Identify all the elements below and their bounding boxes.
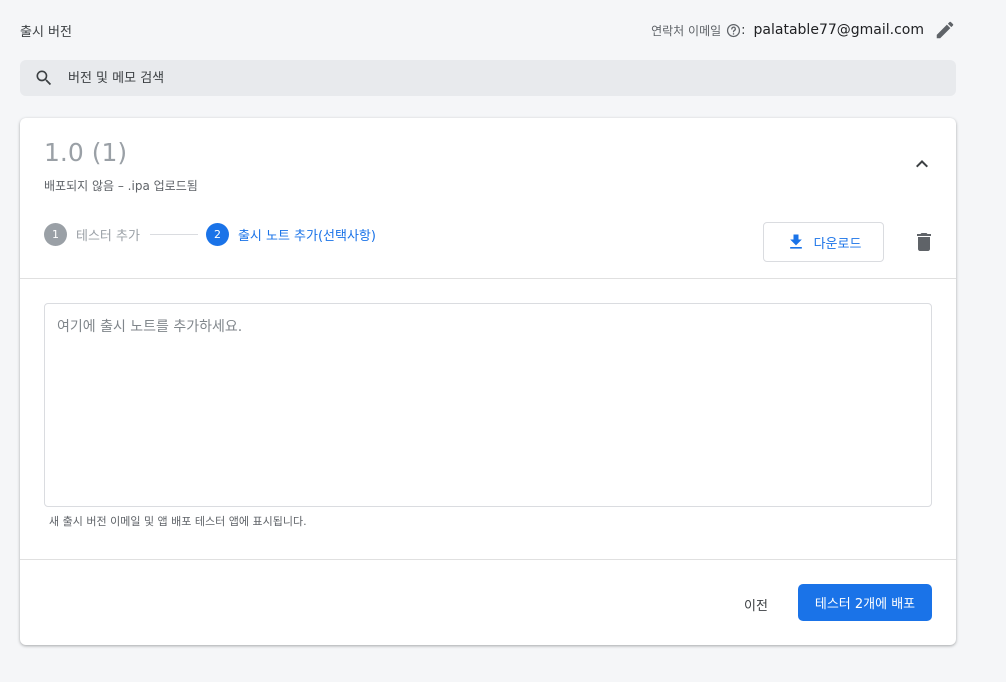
contact-email-area: 연락처 이메일 : palatable77@gmail.com: [651, 19, 956, 41]
pencil-icon[interactable]: [934, 19, 956, 41]
release-card: 1.0 (1) 배포되지 않음 – .ipa 업로드됨 1 테스터 추가 2 출…: [20, 118, 956, 645]
chevron-up-icon[interactable]: [910, 152, 934, 176]
download-label: 다운로드: [813, 236, 862, 252]
contact-email-label: 연락처 이메일: [651, 23, 722, 38]
contact-colon: :: [741, 22, 746, 38]
search-icon: [34, 68, 54, 88]
release-status: 배포되지 않음 – .ipa 업로드됨: [44, 179, 198, 193]
divider: [20, 559, 956, 560]
page-title: 출시 버전: [20, 24, 72, 40]
download-icon: [786, 232, 806, 252]
release-notes-hint: 새 출시 버전 이메일 및 앱 배포 테스터 앱에 표시됩니다.: [49, 515, 307, 528]
search-bar[interactable]: [20, 60, 956, 96]
top-bar: 출시 버전 연락처 이메일 : palatable77@gmail.com: [20, 18, 956, 42]
release-stepper: 1 테스터 추가 2 출시 노트 추가(선택사항): [44, 222, 376, 246]
previous-button[interactable]: 이전: [732, 586, 780, 622]
help-circle-icon[interactable]: [726, 23, 741, 38]
step-1-number: 1: [44, 222, 67, 246]
trash-icon[interactable]: [912, 230, 936, 254]
step-1-label[interactable]: 테스터 추가: [76, 225, 140, 244]
step-2-number: 2: [205, 222, 229, 246]
step-connector: [149, 233, 198, 235]
release-version: 1.0 (1): [44, 138, 128, 167]
divider: [20, 278, 956, 279]
download-button[interactable]: 다운로드: [763, 222, 884, 262]
search-input[interactable]: [68, 70, 928, 86]
release-notes-input[interactable]: [44, 303, 932, 507]
contact-email-value: palatable77@gmail.com: [753, 22, 924, 38]
step-2-label[interactable]: 출시 노트 추가(선택사항): [238, 225, 376, 244]
deploy-button[interactable]: 테스터 2개에 배포: [798, 584, 932, 621]
